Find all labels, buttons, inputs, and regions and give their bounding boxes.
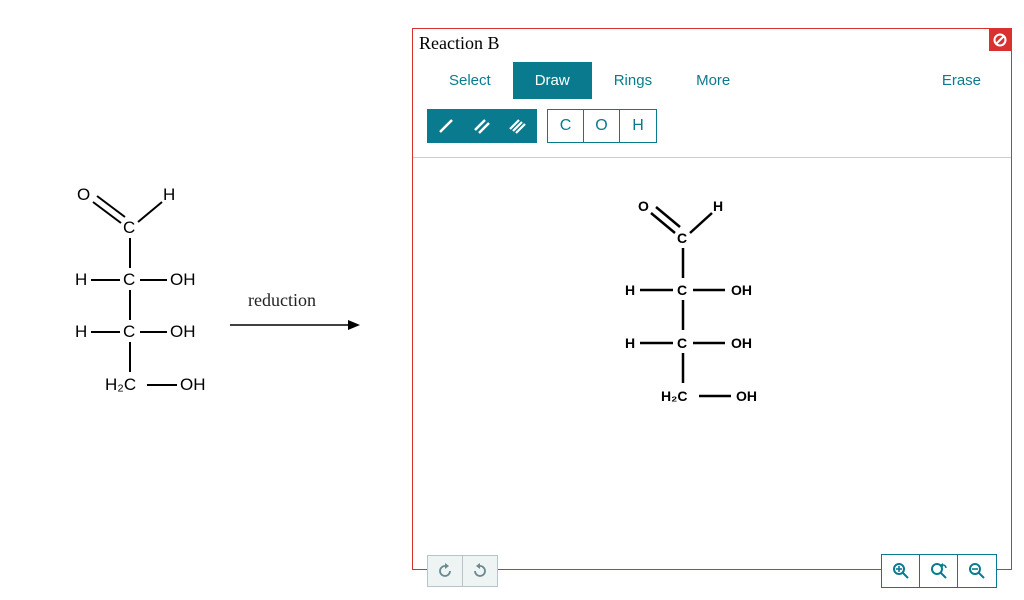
error-flag-icon bbox=[989, 29, 1011, 51]
r-H3: H bbox=[625, 335, 635, 351]
r-H2C: H₂C bbox=[661, 388, 687, 404]
history-group bbox=[427, 555, 498, 587]
atom-C3: C bbox=[123, 322, 135, 342]
undo-button[interactable] bbox=[462, 555, 498, 587]
tab-more[interactable]: More bbox=[674, 62, 752, 99]
zoom-fit-button[interactable] bbox=[920, 555, 958, 587]
tab-select[interactable]: Select bbox=[427, 62, 513, 99]
r-H2: H bbox=[625, 282, 635, 298]
double-bond-button[interactable] bbox=[464, 110, 500, 142]
triple-bond-button[interactable] bbox=[500, 110, 536, 142]
atom-H2: H bbox=[75, 270, 87, 290]
structure-editor: Reaction B Select Draw Rings More Erase … bbox=[412, 28, 1012, 570]
bond-group bbox=[427, 109, 537, 143]
panel-title: Reaction B bbox=[413, 29, 1011, 60]
atom-H3: H bbox=[75, 322, 87, 342]
r-OH4: OH bbox=[736, 388, 757, 404]
tab-draw[interactable]: Draw bbox=[513, 62, 592, 99]
atom-O-button[interactable]: O bbox=[584, 110, 620, 142]
r-C2: C bbox=[677, 282, 687, 298]
bottom-controls bbox=[413, 548, 1011, 600]
atom-OH2: OH bbox=[170, 270, 196, 290]
zoom-in-button[interactable] bbox=[882, 555, 920, 587]
question-area: O H C H C OH H C OH H bbox=[0, 0, 410, 583]
atom-group: C O H bbox=[547, 109, 657, 143]
product-structure: O H C H C OH H C OH H₂C OH bbox=[603, 198, 823, 458]
single-bond-button[interactable] bbox=[428, 110, 464, 142]
atom-H2C: H₂C bbox=[105, 375, 136, 395]
reactant-structure: O H C H C OH H C OH H bbox=[55, 190, 225, 440]
atom-H-button[interactable]: H bbox=[620, 110, 656, 142]
atom-C2: C bbox=[123, 270, 135, 290]
atom-OH4: OH bbox=[180, 375, 206, 395]
r-OH3: OH bbox=[731, 335, 752, 351]
atom-OH3: OH bbox=[170, 322, 196, 342]
reaction-arrow-icon bbox=[230, 318, 360, 330]
zoom-out-button[interactable] bbox=[958, 555, 996, 587]
tab-rings[interactable]: Rings bbox=[592, 62, 674, 99]
atom-C-button[interactable]: C bbox=[548, 110, 584, 142]
draw-sub-toolbar: C O H bbox=[413, 109, 1011, 158]
r-OH2: OH bbox=[731, 282, 752, 298]
redo-button[interactable] bbox=[427, 555, 463, 587]
r-C3: C bbox=[677, 335, 687, 351]
reaction-label: reduction bbox=[248, 290, 316, 311]
drawing-canvas[interactable]: O H C H C OH H C OH H₂C OH bbox=[413, 158, 1011, 548]
mode-toolbar: Select Draw Rings More Erase bbox=[413, 60, 1011, 109]
tab-erase[interactable]: Erase bbox=[920, 62, 1003, 99]
